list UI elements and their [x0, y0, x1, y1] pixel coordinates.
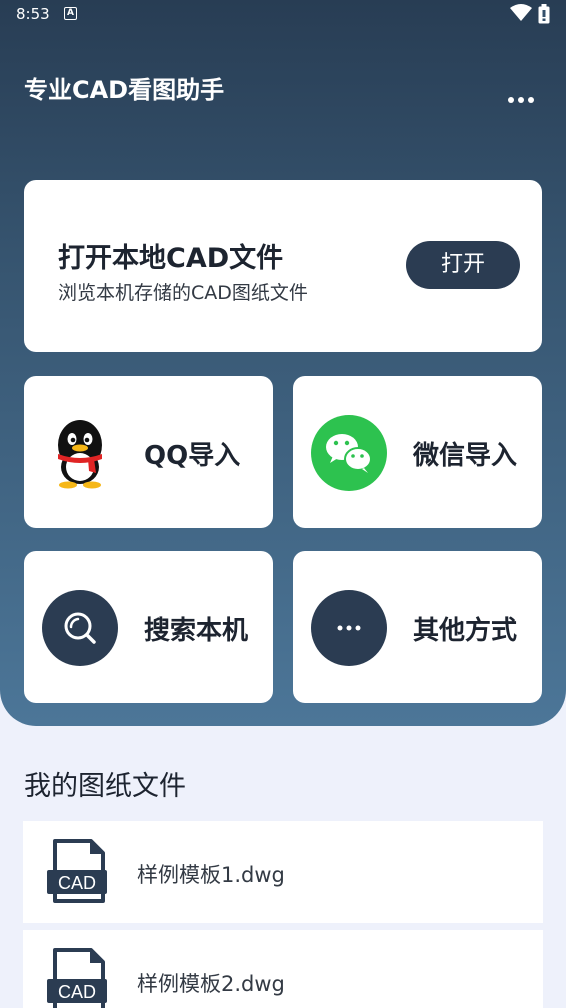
- file-list-item[interactable]: CAD 样例模板1.dwg: [23, 821, 543, 923]
- file-list-item[interactable]: CAD 样例模板2.dwg: [23, 930, 543, 1008]
- qq-penguin-icon: [58, 420, 102, 489]
- wechat-icon: [311, 415, 387, 491]
- search-icon: [42, 590, 118, 666]
- open-button[interactable]: 打开: [406, 241, 520, 289]
- cad-file-icon: CAD: [47, 839, 107, 903]
- open-local-title: 打开本地CAD文件: [58, 243, 284, 274]
- my-files-title: 我的图纸文件: [24, 771, 186, 802]
- search-device-label: 搜索本机: [144, 616, 249, 646]
- other-methods-label: 其他方式: [413, 616, 518, 646]
- battery-icon: [538, 4, 550, 24]
- notification-icon: A: [64, 7, 77, 20]
- open-local-subtitle: 浏览本机存储的CAD图纸文件: [58, 282, 308, 304]
- more-dots-icon: [311, 590, 387, 666]
- wifi-icon: [510, 4, 532, 21]
- file-name: 样例模板1.dwg: [137, 863, 285, 887]
- other-methods-tile[interactable]: 其他方式: [293, 551, 542, 703]
- svg-text:CAD: CAD: [58, 873, 96, 893]
- cad-file-icon: CAD: [47, 948, 107, 1008]
- more-options-icon[interactable]: [504, 90, 538, 110]
- wechat-import-tile[interactable]: 微信导入: [293, 376, 542, 528]
- open-local-file-card: 打开本地CAD文件 浏览本机存储的CAD图纸文件 打开: [24, 180, 542, 352]
- file-name: 样例模板2.dwg: [137, 972, 285, 996]
- app-title: 专业CAD看图助手: [24, 76, 225, 104]
- qq-import-tile[interactable]: QQ导入: [24, 376, 273, 528]
- svg-text:CAD: CAD: [58, 982, 96, 1002]
- status-bar: 8:53 A: [0, 0, 566, 30]
- status-time: 8:53: [16, 5, 50, 23]
- wechat-import-label: 微信导入: [413, 441, 518, 471]
- qq-import-label: QQ导入: [144, 441, 241, 471]
- search-device-tile[interactable]: 搜索本机: [24, 551, 273, 703]
